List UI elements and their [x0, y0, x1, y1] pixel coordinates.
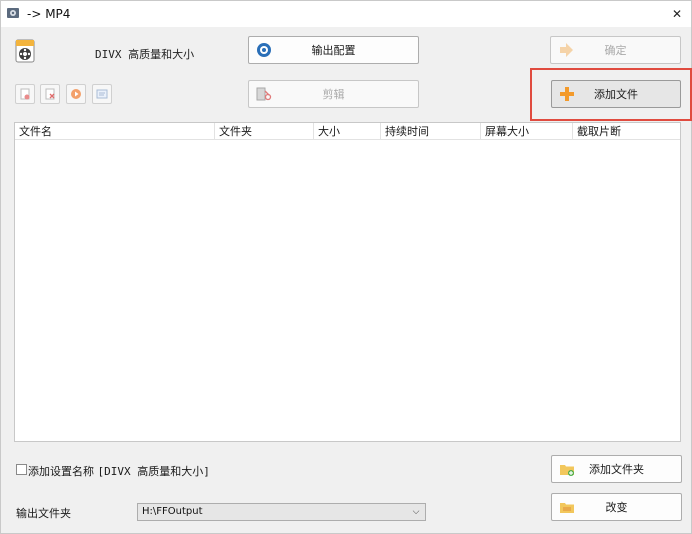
file-list[interactable]: 文件名 文件夹 大小 持续时间 屏幕大小 截取片断: [14, 122, 681, 442]
clip-label: 剪辑: [322, 88, 345, 101]
output-config-button[interactable]: 输出配置: [248, 36, 419, 64]
close-icon: ✕: [671, 7, 683, 21]
add-file-label: 添加文件: [594, 88, 638, 101]
column-header-clip-segment[interactable]: 截取片断: [573, 123, 680, 140]
change-label: 改变: [605, 501, 628, 514]
column-header-duration[interactable]: 持续时间: [381, 123, 481, 140]
play-button[interactable]: [66, 84, 86, 104]
save-setting-label-value: [DIVX 高质量和大小]: [97, 465, 210, 478]
close-button[interactable]: ✕: [667, 4, 687, 24]
media-info-icon: [96, 89, 108, 99]
ok-button[interactable]: 确定: [550, 36, 681, 64]
add-file-button[interactable]: 添加文件: [551, 80, 681, 108]
column-header-size[interactable]: 大小: [314, 123, 381, 140]
output-folder-label: 输出文件夹: [16, 507, 71, 520]
chevron-down-icon[interactable]: ⌵: [410, 505, 422, 519]
app-icon: [7, 8, 19, 18]
file-list-body[interactable]: [15, 141, 680, 441]
profile-name: DIVX 高质量和大小: [95, 48, 195, 61]
media-info-button[interactable]: [92, 84, 112, 104]
change-button[interactable]: 改变: [551, 493, 682, 521]
output-folder-value: H:\FFOutput: [142, 506, 203, 517]
app-window: -> MP4 ✕ DIVX 高质量和大小 输出配置 确定 剪辑 添加文件 文件名…: [0, 0, 692, 534]
title-bar: -> MP4 ✕: [1, 1, 691, 27]
remove-file-icon: [20, 88, 30, 100]
play-icon: [71, 89, 81, 99]
column-header-screen-size[interactable]: 屏幕大小: [481, 123, 573, 140]
save-setting-label: 添加设置名称 [DIVX 高质量和大小]: [28, 463, 210, 479]
ok-label: 确定: [604, 44, 627, 57]
output-config-label: 输出配置: [311, 44, 356, 57]
remove-file-button[interactable]: [15, 84, 35, 104]
add-folder-label: 添加文件夹: [589, 463, 644, 476]
save-setting-checkbox[interactable]: [16, 464, 27, 475]
output-folder-select[interactable]: H:\FFOutput ⌵: [137, 503, 426, 521]
add-folder-button[interactable]: 添加文件夹: [551, 455, 682, 483]
clip-button[interactable]: 剪辑: [248, 80, 419, 108]
file-list-header: 文件名 文件夹 大小 持续时间 屏幕大小 截取片断: [15, 123, 680, 140]
column-header-folder[interactable]: 文件夹: [215, 123, 314, 140]
clear-list-icon: [45, 88, 55, 100]
column-header-filename[interactable]: 文件名: [15, 123, 215, 140]
clear-list-button[interactable]: [40, 84, 60, 104]
window-title: -> MP4: [27, 7, 71, 21]
film-reel-icon: [15, 39, 35, 63]
save-setting-label-prefix: 添加设置名称: [28, 465, 94, 478]
